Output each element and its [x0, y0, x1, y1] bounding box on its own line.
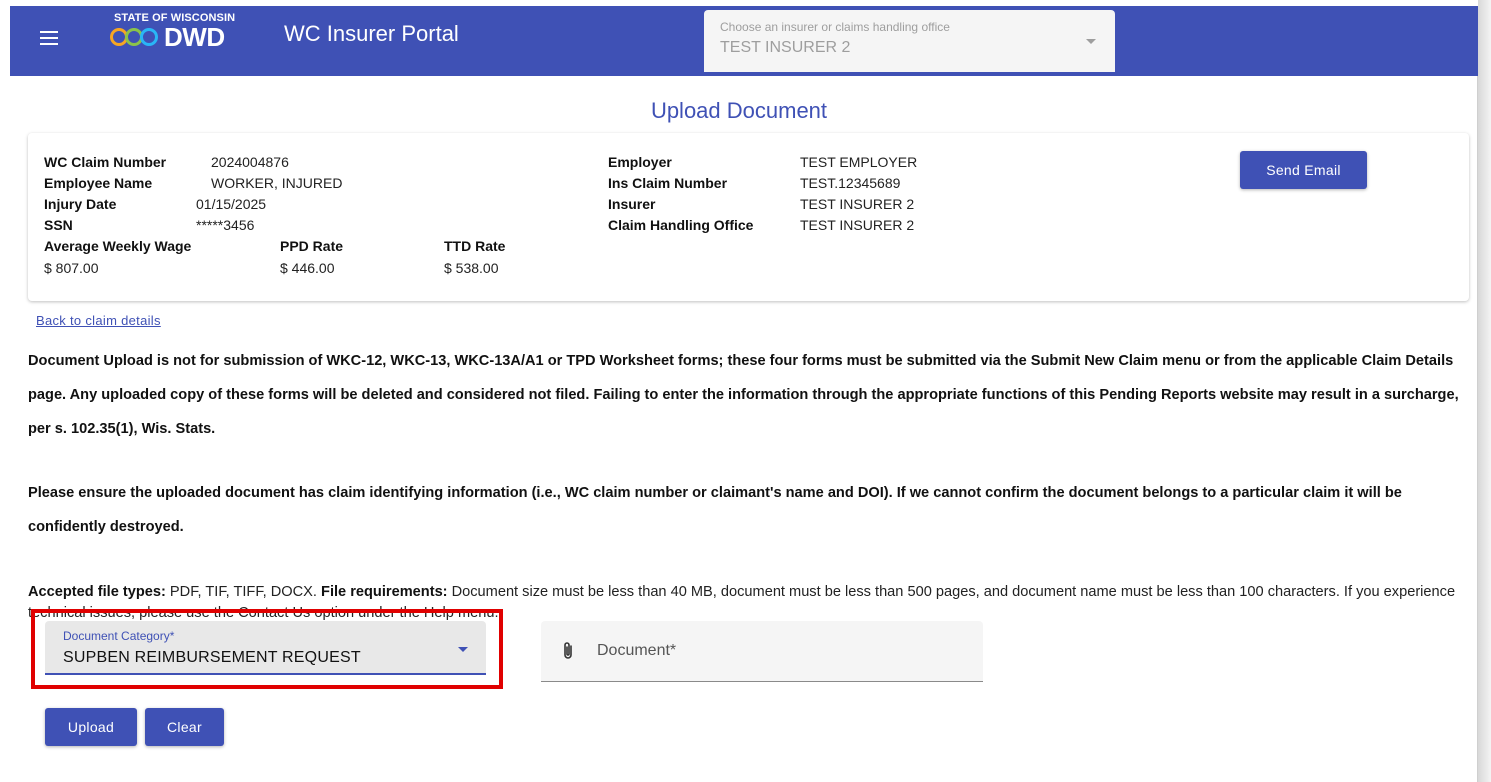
clear-button[interactable]: Clear — [145, 708, 224, 746]
insurer-select-placeholder: Choose an insurer or claims handling off… — [720, 20, 950, 34]
insurer-select[interactable]: Choose an insurer or claims handling off… — [704, 10, 1115, 72]
file-types-value: PDF, TIF, TIFF, DOCX. — [165, 584, 322, 600]
ssn-value: *****3456 — [196, 217, 255, 233]
ssn-label: SSN — [44, 217, 73, 233]
ttd-rate-label: TTD Rate — [444, 238, 506, 254]
claim-number-value: 2024004876 — [211, 154, 289, 170]
insurer-value: TEST INSURER 2 — [800, 196, 915, 212]
insurer-label: Insurer — [608, 196, 656, 212]
aww-value: $ 807.00 — [44, 260, 99, 276]
employee-name-label: Employee Name — [44, 175, 153, 191]
page-title: Upload Document — [650, 98, 828, 123]
back-to-claim-details-link[interactable]: Back to claim details — [36, 313, 161, 328]
document-category-value: SUPBEN REIMBURSEMENT REQUEST — [63, 649, 361, 666]
insurer-select-value: TEST INSURER 2 — [720, 39, 851, 56]
menu-icon[interactable] — [40, 31, 58, 45]
employer-value: TEST EMPLOYER — [800, 154, 918, 170]
ttd-rate-value: $ 538.00 — [444, 260, 499, 276]
upload-restriction-notice: Document Upload is not for submission of… — [28, 353, 1459, 437]
claim-handling-office-label: Claim Handling Office — [608, 217, 754, 233]
chevron-down-icon — [1086, 39, 1096, 44]
document-category-label: Document Category* — [63, 629, 175, 643]
paperclip-icon — [564, 642, 572, 659]
claim-summary-card: WC Claim Number 2024004876 Employee Name… — [28, 133, 1469, 301]
file-requirements-label: File requirements: — [321, 584, 448, 600]
injury-date-value: 01/15/2025 — [196, 196, 267, 212]
app-title: WC Insurer Portal — [284, 21, 459, 46]
employee-name-value: WORKER, INJURED — [211, 175, 343, 191]
ins-claim-number-value: TEST.12345689 — [800, 175, 901, 191]
employer-label: Employer — [608, 154, 672, 170]
claim-identification-notice: Please ensure the uploaded document has … — [28, 485, 1402, 535]
app-bar: STATE OF WISCONSIN DWD WC Insurer Portal… — [10, 6, 1478, 76]
aww-label: Average Weekly Wage — [44, 238, 192, 254]
app-window: STATE OF WISCONSIN DWD WC Insurer Portal… — [0, 6, 1478, 782]
ppd-rate-value: $ 446.00 — [280, 260, 335, 276]
ppd-rate-label: PPD Rate — [280, 238, 344, 254]
document-category-select[interactable]: Document Category* SUPBEN REIMBURSEMENT … — [45, 621, 486, 675]
document-file-label: Document* — [597, 642, 677, 659]
injury-date-label: Injury Date — [44, 196, 117, 212]
claim-number-label: WC Claim Number — [44, 154, 167, 170]
send-email-button[interactable]: Send Email — [1240, 151, 1367, 189]
file-types-label: Accepted file types: — [28, 584, 166, 600]
logo-circles-icon — [110, 28, 158, 46]
logo-text: DWD — [164, 22, 225, 52]
ins-claim-number-label: Ins Claim Number — [608, 175, 728, 191]
claim-handling-office-value: TEST INSURER 2 — [800, 217, 915, 233]
dwd-logo: STATE OF WISCONSIN DWD — [110, 12, 260, 62]
chevron-down-icon — [458, 647, 468, 652]
window-shadow — [1478, 0, 1491, 782]
upload-button[interactable]: Upload — [45, 708, 137, 746]
document-file-input[interactable]: Document* — [541, 621, 983, 682]
